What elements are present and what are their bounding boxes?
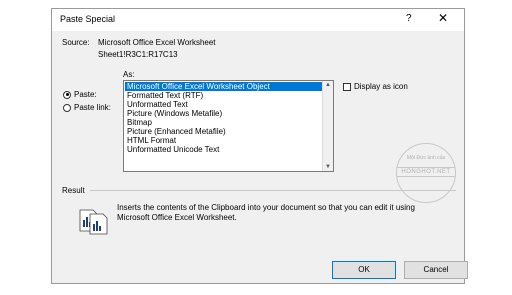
scroll-up-icon[interactable]: ▲	[325, 82, 331, 88]
list-item[interactable]: Unformatted Unicode Text	[125, 145, 322, 154]
display-as-icon-checkbox[interactable]	[343, 82, 351, 91]
display-as-icon-option[interactable]: Display as icon	[343, 82, 408, 91]
dialog-title: Paste Special	[60, 14, 116, 24]
paste-link-radio-option[interactable]: Paste link:	[63, 103, 111, 112]
scroll-down-icon[interactable]: ▼	[325, 164, 331, 170]
display-as-icon-label: Display as icon	[354, 82, 408, 91]
list-item[interactable]: Unformatted Text	[125, 100, 322, 109]
watermark-line1: Một Đức ảnh của	[406, 155, 446, 161]
ok-button[interactable]: OK	[332, 261, 396, 279]
paste-result-icon	[79, 209, 108, 235]
result-label: Result	[62, 186, 85, 195]
list-item[interactable]: Formatted Text (RTF)	[125, 91, 322, 100]
source-ref: Sheet1!R3C1:R17C13	[98, 50, 178, 59]
help-button[interactable]: ?	[406, 13, 412, 24]
list-item[interactable]: Picture (Windows Metafile)	[125, 109, 322, 118]
as-label: As:	[123, 70, 135, 79]
listbox-scrollbar[interactable]: ▲ ▼	[322, 81, 333, 171]
watermark: Một Đức ảnh của HONGHOT.NET	[396, 143, 456, 203]
close-button[interactable]: ✕	[438, 11, 448, 25]
watermark-circle: Một Đức ảnh của HONGHOT.NET	[396, 143, 456, 203]
list-items: Microsoft Office Excel Worksheet Object F…	[125, 82, 322, 154]
paste-link-radio-label: Paste link:	[74, 103, 111, 112]
title-bar: Paste Special ? ✕	[52, 9, 464, 31]
result-divider	[90, 190, 456, 191]
source-value: Microsoft Office Excel Worksheet	[98, 38, 216, 47]
paste-link-radio[interactable]	[63, 103, 71, 112]
list-item[interactable]: Picture (Enhanced Metafile)	[125, 127, 322, 136]
paste-radio[interactable]	[63, 90, 71, 99]
list-item[interactable]: HTML Format	[125, 136, 322, 145]
watermark-line2: HONGHOT.NET	[397, 167, 455, 177]
as-listbox[interactable]: Microsoft Office Excel Worksheet Object F…	[123, 80, 334, 172]
paste-special-dialog: Paste Special ? ✕ Source: Microsoft Offi…	[51, 8, 468, 284]
cancel-button[interactable]: Cancel	[404, 261, 468, 279]
paste-radio-option[interactable]: Paste:	[63, 90, 97, 99]
result-description: Inserts the contents of the Clipboard in…	[117, 203, 415, 222]
list-item[interactable]: Bitmap	[125, 118, 322, 127]
paste-radio-label: Paste:	[74, 90, 97, 99]
list-item[interactable]: Microsoft Office Excel Worksheet Object	[125, 82, 322, 91]
source-label: Source:	[62, 38, 90, 47]
